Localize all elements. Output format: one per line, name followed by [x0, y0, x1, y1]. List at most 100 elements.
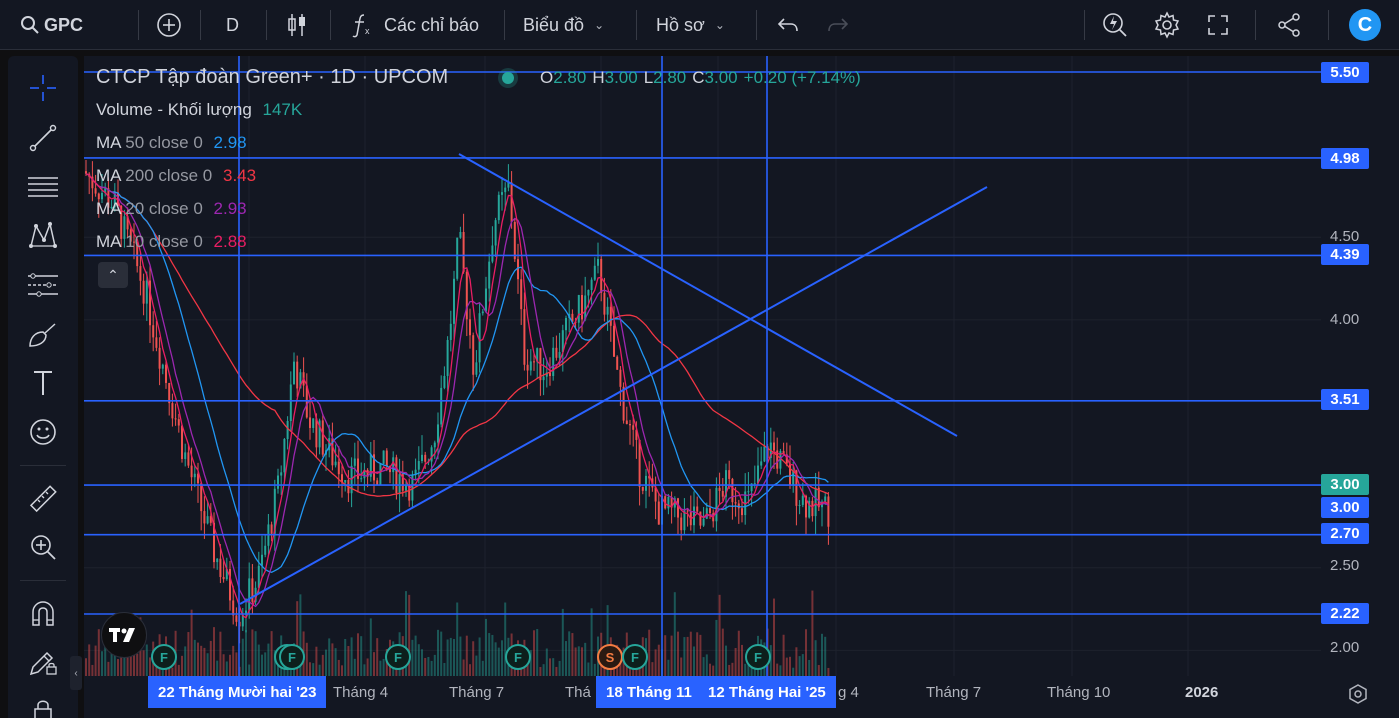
chart-type-button[interactable]	[286, 0, 308, 50]
candle-body	[603, 292, 606, 315]
undo-button[interactable]	[776, 0, 800, 50]
price-chart[interactable]	[84, 56, 1399, 718]
candle-body	[392, 457, 395, 473]
price-tick: 2.00	[1330, 639, 1360, 656]
measure-tool[interactable]	[23, 479, 63, 519]
candle-body	[232, 600, 235, 616]
fullscreen-button[interactable]	[1206, 0, 1230, 50]
forecast-tool[interactable]	[23, 265, 63, 305]
legend-ma-50[interactable]: MA 50 close 0 2.98	[96, 133, 247, 153]
brush-tool[interactable]	[23, 315, 63, 355]
volume-bar	[734, 648, 737, 676]
time-tick: Tháng 10	[1047, 684, 1111, 701]
candle-body	[616, 356, 619, 370]
redo-button[interactable]	[826, 0, 850, 50]
candle-body	[491, 245, 494, 262]
market-status-icon[interactable]	[502, 72, 514, 84]
volume-bar	[561, 608, 564, 676]
volume-bar	[558, 660, 561, 676]
legend-volume[interactable]: Volume - Khối lượng 147K	[96, 100, 302, 120]
lock-tool[interactable]	[23, 690, 63, 718]
volume-bar	[334, 648, 337, 676]
candles-icon	[288, 14, 305, 36]
event-marker[interactable]: F	[279, 644, 305, 670]
legend-ma-20[interactable]: MA 20 close 0 2.93	[96, 199, 247, 219]
event-marker[interactable]: S	[597, 644, 623, 670]
candle-body	[376, 480, 379, 485]
crosshair-tool[interactable]	[23, 68, 63, 108]
crosshair-date-label[interactable]: 22 Tháng Mười hai '23	[148, 676, 327, 708]
time-tick: Tháng 7	[926, 684, 982, 701]
chart-pane[interactable]	[84, 56, 1399, 718]
crosshair-date-label[interactable]: 18 Tháng 11	[596, 676, 702, 708]
event-marker[interactable]: F	[622, 644, 648, 670]
candle-body	[702, 518, 705, 526]
candle-body	[456, 237, 459, 279]
candle-body	[430, 447, 433, 462]
volume-bar	[488, 633, 491, 676]
tradingview-logo[interactable]	[101, 612, 147, 658]
divider	[1255, 10, 1256, 40]
symbol-search[interactable]: GPC	[20, 0, 83, 50]
legend-ma-200[interactable]: MA 200 close 0 3.43	[96, 166, 256, 186]
settings-button[interactable]	[1153, 0, 1181, 50]
candle-body	[353, 458, 356, 466]
profile-menu-button[interactable]: Hồ sơ ⌄	[656, 0, 725, 50]
volume-bar	[325, 649, 327, 676]
volume-bar	[331, 643, 334, 676]
volume-bar	[449, 637, 452, 676]
crosshair-date-label[interactable]: 12 Tháng Hai '25	[698, 676, 836, 708]
event-marker[interactable]: F	[505, 644, 531, 670]
event-marker[interactable]: F	[745, 644, 771, 670]
candle-body	[145, 280, 148, 304]
volume-bar	[209, 640, 212, 676]
app-logo-icon[interactable]: C	[1349, 9, 1381, 41]
magnet-tool[interactable]	[23, 593, 63, 633]
price-level-label[interactable]: 4.98	[1321, 148, 1369, 169]
volume-bar	[782, 634, 785, 676]
volume-bar	[305, 642, 308, 676]
edit-lock-tool[interactable]	[23, 642, 63, 682]
volume-bar	[376, 638, 379, 676]
candle-body	[184, 452, 187, 459]
candle-body	[395, 457, 398, 494]
pattern-tool[interactable]	[23, 215, 63, 255]
last-price-label[interactable]: 3.00	[1321, 474, 1369, 495]
trend-line-tool[interactable]	[23, 118, 63, 158]
quick-search-button[interactable]	[1101, 0, 1129, 50]
candle-body	[283, 439, 286, 473]
price-level-label[interactable]: 2.70	[1321, 523, 1369, 544]
chart-menu-button[interactable]: Biểu đồ ⌄	[523, 0, 604, 50]
horizontal-lines-tool[interactable]	[23, 166, 63, 206]
price-level-label[interactable]: 4.39	[1321, 244, 1369, 265]
interval-button[interactable]: D	[226, 0, 239, 50]
candle-body	[280, 472, 283, 476]
ohlc-o-label: O	[540, 68, 554, 87]
indicators-button[interactable]: x Các chỉ báo	[350, 0, 479, 50]
emoji-tool[interactable]	[23, 412, 63, 452]
price-level-label[interactable]: 5.50	[1321, 62, 1369, 83]
legend-collapse-button[interactable]: ⌃	[98, 262, 128, 288]
compare-add-button[interactable]	[156, 0, 182, 50]
price-level-label[interactable]: 3.51	[1321, 389, 1369, 410]
price-tick: 2.50	[1330, 557, 1360, 574]
event-marker[interactable]: F	[151, 644, 177, 670]
candle-body	[680, 517, 683, 531]
event-marker[interactable]: F	[385, 644, 411, 670]
share-button[interactable]	[1276, 0, 1302, 50]
price-level-label[interactable]: 2.22	[1321, 603, 1369, 624]
candle-body	[309, 417, 311, 428]
candle-body	[629, 423, 631, 426]
volume-bar	[222, 654, 225, 676]
price-level-label[interactable]: 3.00	[1321, 497, 1369, 518]
axis-settings-button[interactable]	[1347, 683, 1369, 710]
zoom-in-tool[interactable]	[23, 527, 63, 567]
volume-bar	[805, 629, 807, 676]
legend-ma-10[interactable]: MA 10 close 0 2.88	[96, 232, 247, 252]
symbol-label: GPC	[44, 14, 84, 35]
brush-icon	[29, 323, 56, 347]
time-tick: 2026	[1185, 684, 1219, 701]
collapse-sidebar-button[interactable]: ‹	[70, 656, 82, 690]
legend-title[interactable]: CTCP Tập đoàn Green+ · 1D · UPCOM	[96, 66, 448, 89]
text-tool[interactable]	[23, 363, 63, 403]
